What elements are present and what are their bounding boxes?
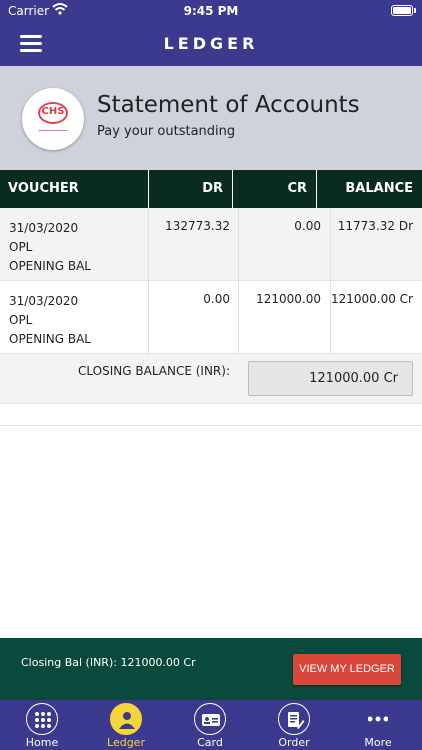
logo-mark: CHS xyxy=(41,106,65,117)
tab-label: Home xyxy=(25,736,59,749)
user-icon xyxy=(110,703,142,735)
dr-cell: 0.00 xyxy=(203,292,230,306)
grid-icon xyxy=(26,703,58,735)
column-divider xyxy=(148,208,149,354)
tab-card[interactable]: Card xyxy=(168,700,252,750)
battery-icon xyxy=(391,5,413,16)
tab-label: Order xyxy=(278,736,310,749)
closing-balance-field: 121000.00 Cr xyxy=(248,361,413,396)
column-divider xyxy=(330,208,331,354)
voucher-narration: OPENING BAL xyxy=(9,332,91,346)
column-header-balance: BALANCE xyxy=(317,170,422,208)
tab-order[interactable]: Order xyxy=(252,700,336,750)
voucher-cell: 31/03/2020 OPL OPENING BAL xyxy=(9,292,91,349)
closing-balance-row: CLOSING BALANCE (INR): 121000.00 Cr xyxy=(0,354,422,404)
closing-balance-label: CLOSING BALANCE (INR): xyxy=(78,364,230,378)
tab-label: Ledger xyxy=(107,736,145,749)
more-dots-icon xyxy=(362,703,394,735)
statement-title: Statement of Accounts xyxy=(97,92,360,118)
tab-label: More xyxy=(364,736,392,749)
balance-cell: 121000.00 Cr xyxy=(330,292,413,306)
dr-cell: 132773.32 xyxy=(165,219,230,233)
column-header-dr: DR xyxy=(149,170,232,208)
cr-cell: 121000.00 xyxy=(256,292,321,306)
tab-home[interactable]: Home xyxy=(0,700,84,750)
voucher-date: 31/03/2020 xyxy=(9,221,79,235)
cr-cell: 0.00 xyxy=(294,219,321,233)
divider xyxy=(0,425,422,426)
battery-tip xyxy=(414,8,416,13)
balance-cell: 11773.32 Dr xyxy=(337,219,413,233)
ledger-table-header: VOUCHER DR CR BALANCE xyxy=(0,170,422,208)
clock-label: 9:45 PM xyxy=(183,4,239,18)
bottom-tab-bar: Home Ledger Card Order More xyxy=(0,700,422,750)
statement-header: CHS ━━━━━━━━━━━━ Statement of Accounts P… xyxy=(0,66,422,170)
voucher-date: 31/03/2020 xyxy=(9,294,79,308)
statement-subtitle: Pay your outstanding xyxy=(97,124,236,139)
footer-closing-balance: Closing Bal (INR): 121000.00 Cr xyxy=(21,656,196,669)
voucher-type: OPL xyxy=(9,240,33,254)
column-header-voucher: VOUCHER xyxy=(0,170,148,208)
page-title: LEDGER xyxy=(163,34,259,53)
ledger-footer: Closing Bal (INR): 121000.00 Cr VIEW MY … xyxy=(0,638,422,700)
table-row: 31/03/2020 OPL OPENING BAL 0.00 121000.0… xyxy=(0,281,422,354)
voucher-cell: 31/03/2020 OPL OPENING BAL xyxy=(9,219,91,276)
id-card-icon xyxy=(194,703,226,735)
nav-bar: LEDGER xyxy=(0,22,422,66)
company-logo: CHS ━━━━━━━━━━━━ xyxy=(22,88,84,150)
voucher-narration: OPENING BAL xyxy=(9,259,91,273)
order-icon xyxy=(278,703,310,735)
voucher-type: OPL xyxy=(9,313,33,327)
view-my-ledger-button[interactable]: VIEW MY LEDGER xyxy=(293,654,401,685)
tab-label: Card xyxy=(197,736,223,749)
status-bar: Carrier 9:45 PM xyxy=(0,0,422,22)
table-row: 31/03/2020 OPL OPENING BAL 132773.32 0.0… xyxy=(0,208,422,281)
logo-subline: ━━━━━━━━━━━━ xyxy=(38,128,68,133)
tab-more[interactable]: More xyxy=(336,700,420,750)
column-header-cr: CR xyxy=(233,170,316,208)
tab-ledger[interactable]: Ledger xyxy=(84,700,168,750)
